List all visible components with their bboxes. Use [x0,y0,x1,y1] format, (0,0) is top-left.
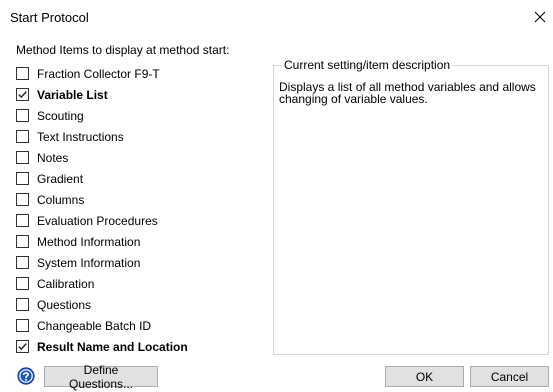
method-item-label: Gradient [37,171,84,186]
description-groupbox [273,65,549,355]
checkbox[interactable] [16,319,29,332]
cancel-button[interactable]: Cancel [470,366,549,387]
method-item-label: Text Instructions [37,129,124,144]
method-item-changeable-batch-id[interactable]: Changeable Batch ID [16,315,266,336]
method-item-result-name-and-location[interactable]: Result Name and Location [16,336,266,357]
method-item-evaluation-procedures[interactable]: Evaluation Procedures [16,210,266,231]
checkbox[interactable] [16,298,29,311]
method-items-label: Method Items to display at method start: [16,43,230,57]
method-item-notes[interactable]: Notes [16,147,266,168]
checkbox[interactable] [16,88,29,101]
method-item-variable-list[interactable]: Variable List [16,84,266,105]
checkbox[interactable] [16,340,29,353]
checkbox[interactable] [16,235,29,248]
checkbox[interactable] [16,172,29,185]
method-item-label: Calibration [37,276,95,291]
method-item-label: System Information [37,255,141,270]
method-item-system-information[interactable]: System Information [16,252,266,273]
start-protocol-dialog: Start Protocol Method Items to display a… [0,0,553,392]
method-item-label: Evaluation Procedures [37,213,158,228]
method-item-gradient[interactable]: Gradient [16,168,266,189]
define-questions-button[interactable]: Define Questions... [44,363,158,391]
ok-button[interactable]: OK [385,366,464,387]
checkbox[interactable] [16,109,29,122]
method-item-label: Notes [37,150,69,165]
method-item-label: Variable List [37,87,108,102]
method-item-label: Questions [37,297,92,312]
method-item-questions[interactable]: Questions [16,294,266,315]
method-item-label: Method Information [37,234,141,249]
description-group-title: Current setting/item description [282,58,453,72]
checkmark-icon [18,91,27,99]
method-item-scouting[interactable]: Scouting [16,105,266,126]
checkbox[interactable] [16,151,29,164]
window-title: Start Protocol [10,10,89,25]
help-icon[interactable] [17,367,35,385]
title-bar: Start Protocol [0,0,553,34]
checkmark-icon [18,343,27,351]
method-item-columns[interactable]: Columns [16,189,266,210]
checkbox[interactable] [16,214,29,227]
close-icon [534,11,546,23]
method-item-text-instructions[interactable]: Text Instructions [16,126,266,147]
method-item-label: Result Name and Location [37,339,188,354]
method-items-list: Fraction Collector F9-T Variable List Sc… [16,63,266,357]
checkbox[interactable] [16,277,29,290]
method-item-method-information[interactable]: Method Information [16,231,266,252]
checkbox[interactable] [16,67,29,80]
item-description-text: Displays a list of all method variables … [279,80,536,106]
method-item-fraction-collector[interactable]: Fraction Collector F9-T [16,63,266,84]
method-item-label: Scouting [37,108,84,123]
method-item-label: Fraction Collector F9-T [37,66,160,81]
method-item-label: Columns [37,192,85,207]
method-item-calibration[interactable]: Calibration [16,273,266,294]
close-button[interactable] [527,0,553,34]
method-item-label: Changeable Batch ID [37,318,152,333]
checkbox[interactable] [16,193,29,206]
checkbox[interactable] [16,130,29,143]
checkbox[interactable] [16,256,29,269]
